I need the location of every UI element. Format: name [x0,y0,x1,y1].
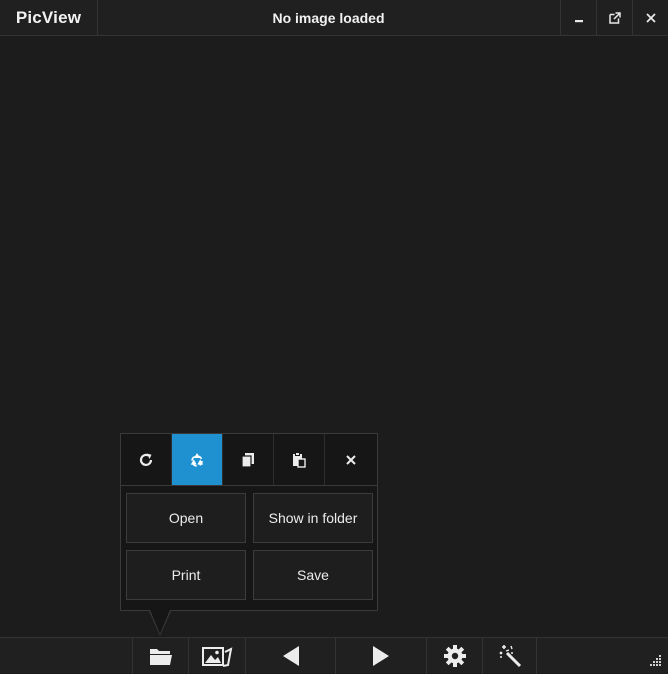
settings-button[interactable] [426,638,482,674]
close-popup-button[interactable] [325,434,377,485]
popup-pointer [150,610,170,634]
restore-button[interactable] [596,0,632,35]
popup-icon-row [121,434,377,486]
open-file-button[interactable] [132,638,188,674]
close-window-button[interactable] [632,0,668,35]
restore-icon [608,11,621,24]
resize-grip-icon[interactable] [650,655,662,667]
show-in-folder-button[interactable]: Show in folder [253,493,373,543]
magic-wand-icon [499,645,521,668]
next-image-button[interactable] [335,638,426,674]
open-button[interactable]: Open [126,493,246,543]
file-menu-popup: Open Show in folder Print Save [120,433,378,611]
recycle-icon [190,452,204,467]
paste-icon [293,451,306,468]
window-title: No image loaded [272,9,385,26]
minimize-button[interactable] [560,0,596,35]
title-bar: PicView No image loaded [0,0,668,36]
reload-button[interactable] [121,434,172,485]
settings-gear-icon [443,645,466,667]
app-logo: PicView [0,0,98,35]
print-button[interactable]: Print [126,550,246,600]
gallery-icon [202,647,233,667]
rotate-icon [139,453,153,466]
previous-image-button[interactable] [245,638,335,674]
save-button[interactable]: Save [253,550,373,600]
bottom-toolbar [0,637,668,674]
next-arrow-icon [373,646,389,666]
minimize-icon [574,19,583,22]
gallery-button[interactable] [188,638,245,674]
close-icon [646,12,656,23]
recycle-button[interactable] [172,434,223,485]
close-icon [346,454,356,465]
previous-arrow-icon [282,646,299,666]
effects-button[interactable] [482,638,537,674]
paste-button[interactable] [274,434,325,485]
copy-icon [241,452,254,468]
folder-icon [149,649,172,665]
copy-button[interactable] [223,434,274,485]
